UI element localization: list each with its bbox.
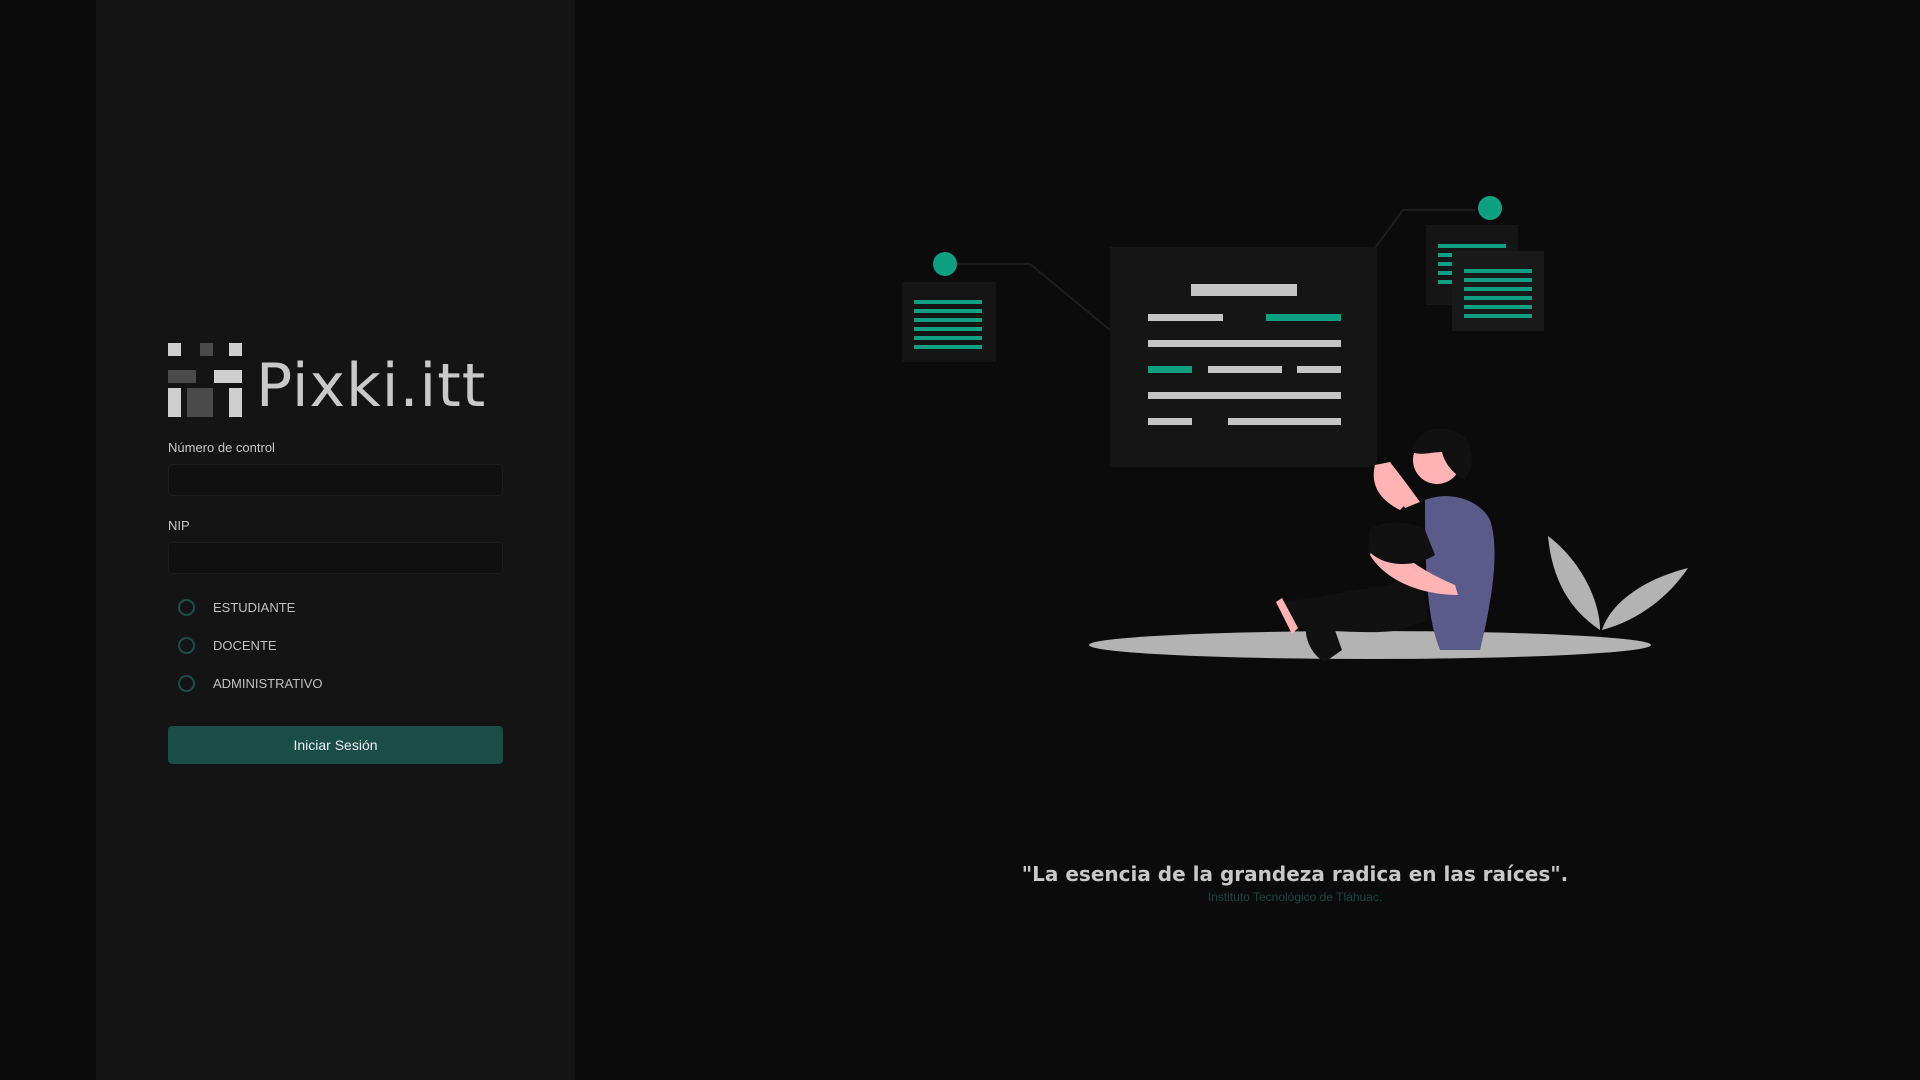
logo-suffix: .itt bbox=[399, 351, 487, 421]
role-label: ESTUDIANTE bbox=[213, 599, 296, 615]
role-option-docente[interactable]: DOCENTE bbox=[168, 626, 503, 664]
radio-button[interactable] bbox=[178, 636, 195, 654]
control-number-label: Número de control bbox=[168, 440, 275, 455]
quote-block: "La esencia de la grandeza radica en las… bbox=[1000, 862, 1590, 904]
login-panel: Pixki.itt Número de control NIP ESTUDIAN… bbox=[96, 0, 575, 1080]
small-documents-right bbox=[1426, 225, 1544, 331]
logo-mark-icon bbox=[168, 340, 246, 418]
small-document-left bbox=[902, 282, 996, 362]
app-logo: Pixki.itt bbox=[168, 336, 503, 418]
role-radio-group: ESTUDIANTE DOCENTE ADMINISTRATIVO bbox=[168, 588, 503, 702]
logo-name: Pixki bbox=[256, 351, 400, 421]
role-option-administrativo[interactable]: ADMINISTRATIVO bbox=[168, 664, 503, 702]
quote-source: Instituto Tecnológico de Tláhuac. bbox=[1207, 890, 1383, 904]
left-gutter bbox=[0, 0, 96, 1080]
radio-button[interactable] bbox=[178, 598, 195, 616]
ground-shadow bbox=[1089, 631, 1651, 659]
node-dot bbox=[1478, 196, 1502, 220]
plant-leaf bbox=[1602, 568, 1688, 630]
nip-label: NIP bbox=[168, 518, 190, 533]
node-dot bbox=[933, 252, 957, 276]
role-label: DOCENTE bbox=[213, 637, 277, 653]
login-page: Pixki.itt Número de control NIP ESTUDIAN… bbox=[0, 0, 1920, 1080]
main-document bbox=[1110, 247, 1377, 467]
control-number-input[interactable] bbox=[168, 464, 503, 496]
plant-leaf bbox=[1548, 536, 1600, 630]
person-thinking-with-documents-illustration bbox=[902, 196, 1688, 662]
login-form: Pixki.itt Número de control NIP ESTUDIAN… bbox=[168, 336, 503, 764]
quote-text: "La esencia de la grandeza radica en las… bbox=[1021, 862, 1569, 886]
logo-wordmark: Pixki.itt bbox=[256, 356, 486, 418]
login-button[interactable]: Iniciar Sesión bbox=[168, 726, 503, 764]
nip-input[interactable] bbox=[168, 542, 503, 574]
radio-button[interactable] bbox=[178, 674, 195, 692]
role-option-estudiante[interactable]: ESTUDIANTE bbox=[168, 588, 503, 626]
role-label: ADMINISTRATIVO bbox=[213, 675, 323, 691]
